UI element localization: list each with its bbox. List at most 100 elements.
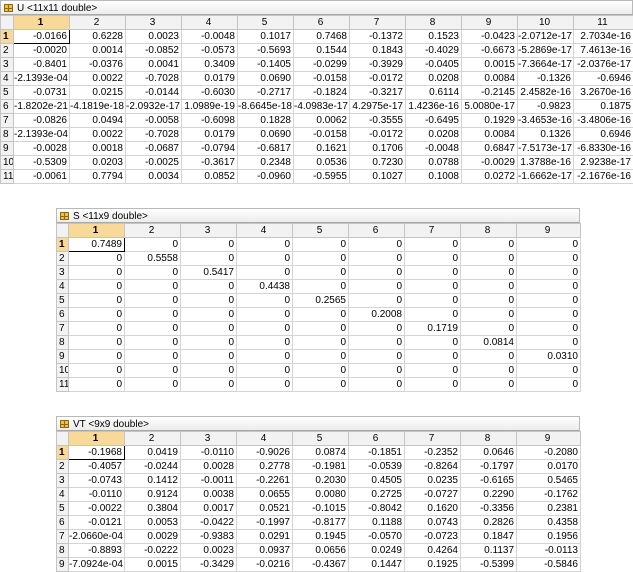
column-header[interactable]: 6 [349,224,405,238]
matrix-cell[interactable]: 0 [237,294,293,308]
row-header[interactable]: 3 [57,474,69,488]
matrix-cell[interactable]: 0 [69,322,125,336]
matrix-cell[interactable]: -0.3929 [350,58,406,72]
matrix-cell[interactable]: 0.2381 [517,502,581,516]
matrix-cell[interactable]: -2.1393e-04 [14,72,70,86]
column-header[interactable]: 4 [182,16,238,30]
matrix-cell[interactable]: -0.0028 [14,142,70,156]
matrix-cell[interactable]: 0.1925 [405,558,461,572]
matrix-cell[interactable]: 0 [69,378,125,392]
matrix-cell[interactable]: -0.0216 [237,558,293,572]
matrix-cell[interactable]: 0.4505 [349,474,405,488]
matrix-cell[interactable]: 0 [461,308,517,322]
matrix-cell[interactable]: 0.0272 [462,170,518,184]
matrix-cell[interactable]: 0.2725 [349,488,405,502]
matrix-cell[interactable]: 0 [237,266,293,280]
column-header[interactable]: 5 [238,16,294,30]
matrix-cell[interactable]: 0.1945 [293,530,349,544]
matrix-cell[interactable]: -0.4057 [69,460,125,474]
matrix-cell[interactable]: 0 [517,378,581,392]
matrix-cell[interactable]: -0.3617 [182,156,238,170]
matrix-cell[interactable]: 0 [125,266,181,280]
header-corner[interactable] [57,224,69,238]
matrix-cell[interactable]: 0.1875 [574,100,633,114]
matrix-cell[interactable]: 0.0080 [293,488,349,502]
matrix-cell[interactable]: 0 [293,322,349,336]
matrix-cell[interactable]: -0.1968 [69,446,125,460]
column-header[interactable]: 10 [518,16,574,30]
matrix-cell[interactable]: 0.7230 [350,156,406,170]
row-header[interactable]: 11 [1,170,14,184]
matrix-cell[interactable]: 0.7468 [294,30,350,44]
matrix-cell[interactable]: 0 [405,266,461,280]
matrix-cell[interactable]: 0.2778 [237,460,293,474]
matrix-cell[interactable]: 0.1188 [349,516,405,530]
matrix-cell[interactable]: 0.2565 [293,294,349,308]
matrix-cell[interactable]: -0.5955 [294,170,350,184]
matrix-cell[interactable]: -0.8042 [349,502,405,516]
matrix-cell[interactable]: -2.0712e-17 [518,30,574,44]
matrix-cell[interactable]: -7.5173e-17 [518,142,574,156]
matrix-cell[interactable]: 0.2826 [461,516,517,530]
matrix-cell[interactable]: 0.0814 [461,336,517,350]
matrix-cell[interactable]: 0.0015 [462,58,518,72]
matrix-cell[interactable]: 0 [181,322,237,336]
matrix-cell[interactable]: 0.0310 [517,350,581,364]
matrix-cell[interactable]: 0 [461,378,517,392]
matrix-cell[interactable]: 0 [69,252,125,266]
matrix-cell[interactable]: 0 [237,308,293,322]
matrix-cell[interactable]: -0.0110 [181,446,237,460]
matrix-cell[interactable]: -0.9026 [237,446,293,460]
variable-tab-vt[interactable]: VT <9x9 double> [56,416,580,431]
row-header[interactable]: 6 [1,100,14,114]
matrix-cell[interactable]: 7.4613e-16 [574,44,633,58]
matrix-cell[interactable]: -0.9823 [518,100,574,114]
matrix-cell[interactable]: -7.3664e-17 [518,58,574,72]
matrix-cell[interactable]: 0.0018 [70,142,126,156]
matrix-cell[interactable]: -2.0660e-04 [69,530,125,544]
matrix-cell[interactable]: 0.2348 [238,156,294,170]
matrix-cell[interactable]: 0 [125,280,181,294]
matrix-cell[interactable]: 0.1523 [406,30,462,44]
matrix-cell[interactable]: 0.0038 [181,488,237,502]
matrix-cell[interactable]: -0.2080 [517,446,581,460]
matrix-cell[interactable]: 0.0179 [182,72,238,86]
matrix-cell[interactable]: 0.1412 [125,474,181,488]
matrix-cell[interactable]: -0.0794 [182,142,238,156]
matrix-cell[interactable]: -0.1015 [293,502,349,516]
matrix-cell[interactable]: -0.0960 [238,170,294,184]
matrix-cell[interactable]: 0.1447 [349,558,405,572]
column-header[interactable]: 8 [406,16,462,30]
matrix-cell[interactable]: -0.8401 [14,58,70,72]
variable-tab-s[interactable]: S <11x9 double> [56,208,580,223]
row-header[interactable]: 4 [1,72,14,86]
matrix-cell[interactable]: -0.0299 [294,58,350,72]
row-header[interactable]: 5 [1,86,14,100]
matrix-cell[interactable]: 0.0179 [182,128,238,142]
matrix-cell[interactable]: 0 [461,280,517,294]
matrix-cell[interactable]: -0.3555 [350,114,406,128]
matrix-cell[interactable]: 0.6228 [70,30,126,44]
matrix-cell[interactable]: 1.0989e-19 [182,100,238,114]
matrix-cell[interactable]: -0.3217 [350,86,406,100]
matrix-cell[interactable]: 0 [237,378,293,392]
row-header[interactable]: 1 [57,446,69,460]
matrix-cell[interactable]: 0.0041 [126,58,182,72]
matrix-cell[interactable]: 0.0419 [125,446,181,460]
header-corner[interactable] [1,16,14,30]
matrix-cell[interactable]: 0 [293,350,349,364]
matrix-cell[interactable]: 0.6946 [574,128,633,142]
matrix-cell[interactable]: 0 [405,238,461,252]
matrix-cell[interactable]: 0 [293,336,349,350]
row-header[interactable]: 1 [1,30,14,44]
matrix-cell[interactable]: 0 [517,252,581,266]
matrix-cell[interactable]: 0 [461,252,517,266]
column-header[interactable]: 9 [462,16,518,30]
matrix-cell[interactable]: 0.1137 [461,544,517,558]
row-header[interactable]: 7 [1,114,14,128]
matrix-cell[interactable]: 0.0084 [462,128,518,142]
matrix-cell[interactable]: 0.0017 [181,502,237,516]
row-header[interactable]: 6 [57,308,69,322]
matrix-cell[interactable]: 0.0874 [293,446,349,460]
matrix-cell[interactable]: -5.2869e-17 [518,44,574,58]
